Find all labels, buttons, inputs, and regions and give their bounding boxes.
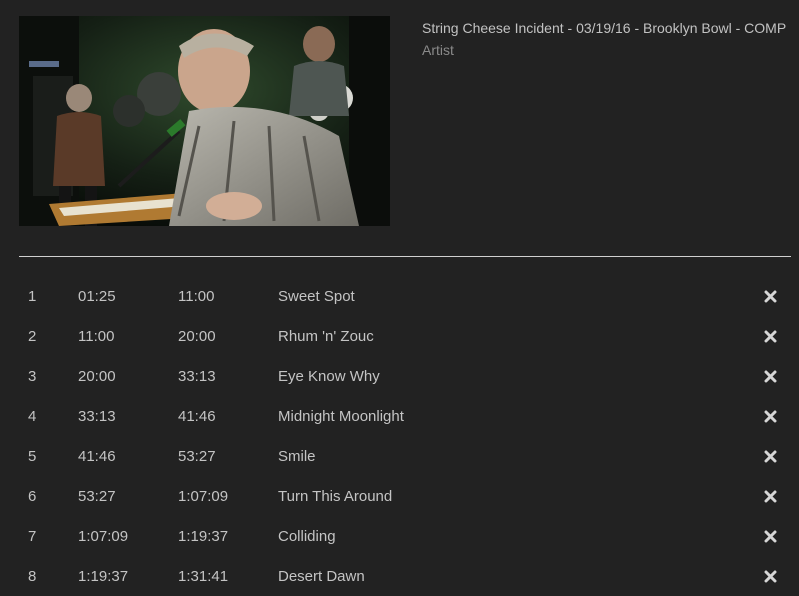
track-row[interactable]: 5 41:46 53:27 Smile	[0, 437, 799, 477]
track-number: 2	[28, 328, 37, 345]
track-end-time: 11:00	[178, 288, 215, 305]
remove-track-button[interactable]	[760, 286, 780, 306]
remove-track-button[interactable]	[760, 566, 780, 586]
close-x-icon	[764, 330, 776, 342]
track-title: Eye Know Why	[278, 368, 380, 385]
track-list: 1 01:25 11:00 Sweet Spot 2 11:00 20:00 R…	[0, 277, 799, 596]
track-number: 4	[28, 408, 37, 425]
remove-track-button[interactable]	[760, 486, 780, 506]
video-thumbnail[interactable]	[19, 16, 390, 226]
track-start-time: 1:19:37	[78, 568, 129, 585]
track-number: 5	[28, 448, 37, 465]
concert-video-thumbnail-icon	[19, 16, 390, 226]
track-number: 7	[28, 528, 37, 545]
close-x-icon	[764, 450, 776, 462]
track-number: 8	[28, 568, 37, 585]
remove-track-button[interactable]	[760, 526, 780, 546]
track-title: Colliding	[278, 528, 336, 545]
track-title: Midnight Moonlight	[278, 408, 404, 425]
track-row[interactable]: 6 53:27 1:07:09 Turn This Around	[0, 477, 799, 517]
track-start-time: 1:07:09	[78, 528, 129, 545]
remove-track-button[interactable]	[760, 406, 780, 426]
track-title: Desert Dawn	[278, 568, 365, 585]
remove-track-button[interactable]	[760, 366, 780, 386]
track-title: Rhum 'n' Zouc	[278, 328, 374, 345]
track-end-time: 1:19:37	[178, 528, 229, 545]
track-row[interactable]: 7 1:07:09 1:19:37 Colliding	[0, 517, 799, 557]
close-x-icon	[764, 490, 776, 502]
track-row[interactable]: 4 33:13 41:46 Midnight Moonlight	[0, 397, 799, 437]
close-x-icon	[764, 570, 776, 582]
video-title: String Cheese Incident - 03/19/16 - Broo…	[422, 20, 787, 36]
track-title: Sweet Spot	[278, 288, 355, 305]
track-end-time: 53:27	[178, 448, 216, 465]
track-end-time: 20:00	[178, 328, 216, 345]
close-x-icon	[764, 410, 776, 422]
remove-track-button[interactable]	[760, 326, 780, 346]
setlist-page: String Cheese Incident - 03/19/16 - Broo…	[0, 0, 799, 596]
track-title: Smile	[278, 448, 316, 465]
close-x-icon	[764, 290, 776, 302]
close-x-icon	[764, 530, 776, 542]
remove-track-button[interactable]	[760, 446, 780, 466]
track-end-time: 1:07:09	[178, 488, 229, 505]
track-row[interactable]: 3 20:00 33:13 Eye Know Why	[0, 357, 799, 397]
video-artist: Artist	[422, 42, 454, 58]
track-start-time: 33:13	[78, 408, 116, 425]
track-start-time: 53:27	[78, 488, 116, 505]
track-row[interactable]: 2 11:00 20:00 Rhum 'n' Zouc	[0, 317, 799, 357]
track-start-time: 11:00	[78, 328, 115, 345]
track-start-time: 20:00	[78, 368, 116, 385]
track-end-time: 1:31:41	[178, 568, 229, 585]
track-title: Turn This Around	[278, 488, 393, 505]
track-row[interactable]: 1 01:25 11:00 Sweet Spot	[0, 277, 799, 317]
track-number: 6	[28, 488, 37, 505]
track-start-time: 01:25	[78, 288, 116, 305]
close-x-icon	[764, 370, 776, 382]
track-number: 1	[28, 288, 37, 305]
divider	[19, 256, 791, 257]
track-number: 3	[28, 368, 37, 385]
track-start-time: 41:46	[78, 448, 116, 465]
track-end-time: 33:13	[178, 368, 216, 385]
track-row[interactable]: 8 1:19:37 1:31:41 Desert Dawn	[0, 557, 799, 596]
track-end-time: 41:46	[178, 408, 216, 425]
